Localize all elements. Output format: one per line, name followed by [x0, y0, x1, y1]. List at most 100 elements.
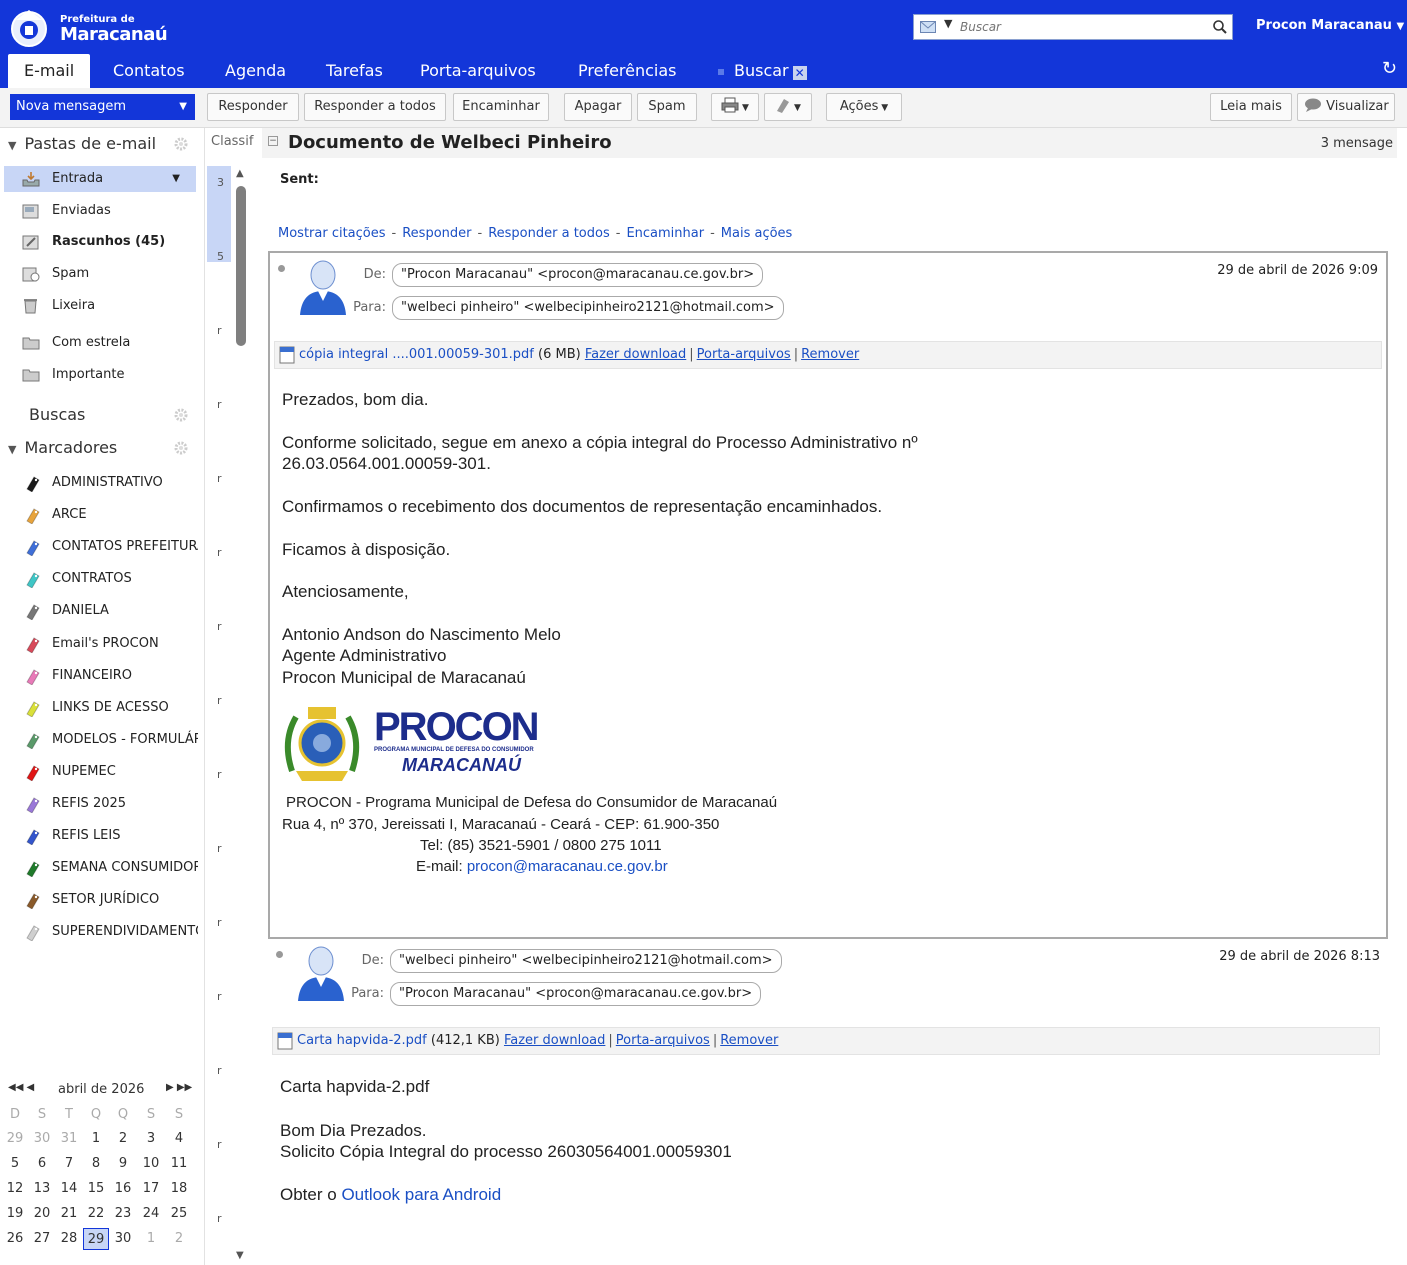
- calendar-day[interactable]: 1: [138, 1228, 164, 1250]
- sidebar-tag-item[interactable]: SETOR JURÍDICO: [0, 887, 198, 913]
- sidebar-tag-item[interactable]: SEMANA CONSUMIDOR: [0, 855, 198, 881]
- tab-calendar[interactable]: Agenda: [225, 54, 286, 88]
- calendar-day[interactable]: 1: [83, 1128, 109, 1150]
- scroll-up-icon[interactable]: ▲: [236, 168, 244, 179]
- sidebar-tag-item[interactable]: LINKS DE ACESSO: [0, 695, 198, 721]
- email-link[interactable]: procon@maracanau.ce.gov.br: [467, 858, 668, 875]
- sort-header[interactable]: Classif: [205, 134, 257, 149]
- actions-button[interactable]: Ações ▼: [826, 93, 902, 121]
- user-menu[interactable]: Procon Maracanau ▼: [1256, 18, 1404, 33]
- chevron-down-icon[interactable]: ▼: [944, 17, 952, 30]
- sidebar-tag-item[interactable]: MODELOS - FORMULÁRIOS: [0, 727, 198, 753]
- calendar-day[interactable]: 29: [83, 1228, 109, 1250]
- sidebar-tag-item[interactable]: NUPEMEC: [0, 759, 198, 785]
- sidebar-item-starred[interactable]: Com estrela: [0, 330, 196, 356]
- list-scrollbar[interactable]: ▲ ▼: [234, 168, 248, 1265]
- folders-header[interactable]: ▼ Pastas de e-mail: [8, 134, 156, 153]
- searches-header[interactable]: Buscas: [29, 405, 85, 424]
- collapse-icon[interactable]: −: [268, 136, 278, 146]
- sidebar-tag-item[interactable]: DANIELA: [0, 598, 198, 624]
- sidebar-tag-item[interactable]: FINANCEIRO: [0, 663, 198, 689]
- tag-button[interactable]: ▼: [764, 93, 812, 121]
- sidebar-item-important[interactable]: Importante: [0, 362, 196, 388]
- calendar-day[interactable]: 5: [2, 1153, 28, 1175]
- calendar-day[interactable]: 31: [56, 1128, 82, 1150]
- calendar-day[interactable]: 24: [138, 1203, 164, 1225]
- unread-dot-icon[interactable]: [278, 265, 285, 272]
- from-address[interactable]: "Procon Maracanau" <procon@maracanau.ce.…: [392, 263, 764, 287]
- sidebar-item-drafts[interactable]: Rascunhos (45): [0, 229, 196, 255]
- sidebar-tag-item[interactable]: Email's PROCON: [0, 631, 198, 657]
- calendar-day[interactable]: 19: [2, 1203, 28, 1225]
- outlook-android-link[interactable]: Outlook para Android: [341, 1185, 501, 1204]
- view-button[interactable]: Visualizar: [1297, 93, 1395, 121]
- calendar-day[interactable]: 29: [2, 1128, 28, 1150]
- delete-button[interactable]: Apagar: [564, 93, 632, 121]
- calendar-day[interactable]: 18: [166, 1178, 192, 1200]
- calendar-day[interactable]: 17: [138, 1178, 164, 1200]
- new-message-button[interactable]: Nova mensagem ▼: [10, 94, 195, 120]
- tab-email[interactable]: E-mail: [8, 54, 91, 88]
- print-button[interactable]: ▼: [711, 93, 759, 121]
- forward-link[interactable]: Encaminhar: [626, 226, 704, 241]
- briefcase-link[interactable]: Porta-arquivos: [616, 1033, 710, 1048]
- tab-briefcase[interactable]: Porta-arquivos: [420, 54, 536, 88]
- sidebar-tag-item[interactable]: ADMINISTRATIVO: [0, 470, 198, 496]
- gear-icon[interactable]: [174, 137, 188, 151]
- mail-icon[interactable]: [920, 21, 936, 33]
- scroll-down-icon[interactable]: ▼: [236, 1250, 244, 1261]
- reply-link[interactable]: Responder: [402, 226, 471, 241]
- to-address[interactable]: "Procon Maracanau" <procon@maracanau.ce.…: [390, 982, 762, 1006]
- sidebar-item-trash[interactable]: Lixeira: [0, 293, 196, 319]
- unread-dot-icon[interactable]: [276, 951, 283, 958]
- search-input[interactable]: [960, 17, 1210, 37]
- collapse-triangle-icon[interactable]: ▼: [8, 443, 16, 456]
- calendar-day[interactable]: 3: [138, 1128, 164, 1150]
- read-more-button[interactable]: Leia mais: [1210, 93, 1292, 121]
- show-quotes-link[interactable]: Mostrar citações: [278, 226, 386, 241]
- attachment-name[interactable]: cópia integral ....001.00059-301.pdf: [299, 347, 534, 362]
- download-link[interactable]: Fazer download: [585, 347, 686, 362]
- calendar-day[interactable]: 20: [29, 1203, 55, 1225]
- scrollbar-thumb[interactable]: [236, 186, 246, 346]
- search-icon[interactable]: [1212, 19, 1228, 35]
- tab-contacts[interactable]: Contatos: [113, 54, 185, 88]
- prev-month-icon[interactable]: ◀◀ ◀: [8, 1082, 34, 1093]
- calendar-day[interactable]: 4: [166, 1128, 192, 1150]
- calendar-day[interactable]: 25: [166, 1203, 192, 1225]
- sidebar-item-inbox[interactable]: Entrada ▼: [4, 166, 196, 192]
- sidebar-tag-item[interactable]: ARCE: [0, 502, 198, 528]
- calendar-day[interactable]: 12: [2, 1178, 28, 1200]
- calendar-day[interactable]: 16: [110, 1178, 136, 1200]
- gear-icon[interactable]: [174, 408, 188, 422]
- sidebar-item-sent[interactable]: Enviadas: [0, 198, 196, 224]
- calendar-day[interactable]: 28: [56, 1228, 82, 1250]
- calendar-day[interactable]: 30: [110, 1228, 136, 1250]
- chevron-down-icon[interactable]: ▼: [172, 166, 180, 192]
- calendar-day[interactable]: 6: [29, 1153, 55, 1175]
- calendar-day[interactable]: 10: [138, 1153, 164, 1175]
- to-address[interactable]: "welbeci pinheiro" <welbecipinheiro2121@…: [392, 296, 784, 320]
- collapse-triangle-icon[interactable]: ▼: [8, 139, 16, 152]
- calendar-day[interactable]: 27: [29, 1228, 55, 1250]
- sidebar-tag-item[interactable]: SUPERENDIVIDAMENTO: [0, 919, 198, 945]
- sidebar-tag-item[interactable]: CONTRATOS: [0, 566, 198, 592]
- calendar-day[interactable]: 13: [29, 1178, 55, 1200]
- tab-search[interactable]: Buscar ✕: [718, 54, 807, 88]
- calendar-day[interactable]: 8: [83, 1153, 109, 1175]
- sidebar-tag-item[interactable]: CONTATOS PREFEITURA: [0, 534, 198, 560]
- forward-button[interactable]: Encaminhar: [453, 93, 549, 121]
- briefcase-link[interactable]: Porta-arquivos: [697, 347, 791, 362]
- sidebar-tag-item[interactable]: REFIS LEIS: [0, 823, 198, 849]
- reply-button[interactable]: Responder: [207, 93, 299, 121]
- sidebar-item-spam[interactable]: Spam: [0, 261, 196, 287]
- spam-button[interactable]: Spam: [637, 93, 697, 121]
- calendar-day[interactable]: 23: [110, 1203, 136, 1225]
- tags-header[interactable]: ▼ Marcadores: [8, 438, 117, 457]
- calendar-day[interactable]: 7: [56, 1153, 82, 1175]
- download-link[interactable]: Fazer download: [504, 1033, 605, 1048]
- calendar-day[interactable]: 14: [56, 1178, 82, 1200]
- more-actions-link[interactable]: Mais ações: [721, 226, 793, 241]
- refresh-icon[interactable]: ↻: [1382, 58, 1397, 79]
- tab-tasks[interactable]: Tarefas: [326, 54, 383, 88]
